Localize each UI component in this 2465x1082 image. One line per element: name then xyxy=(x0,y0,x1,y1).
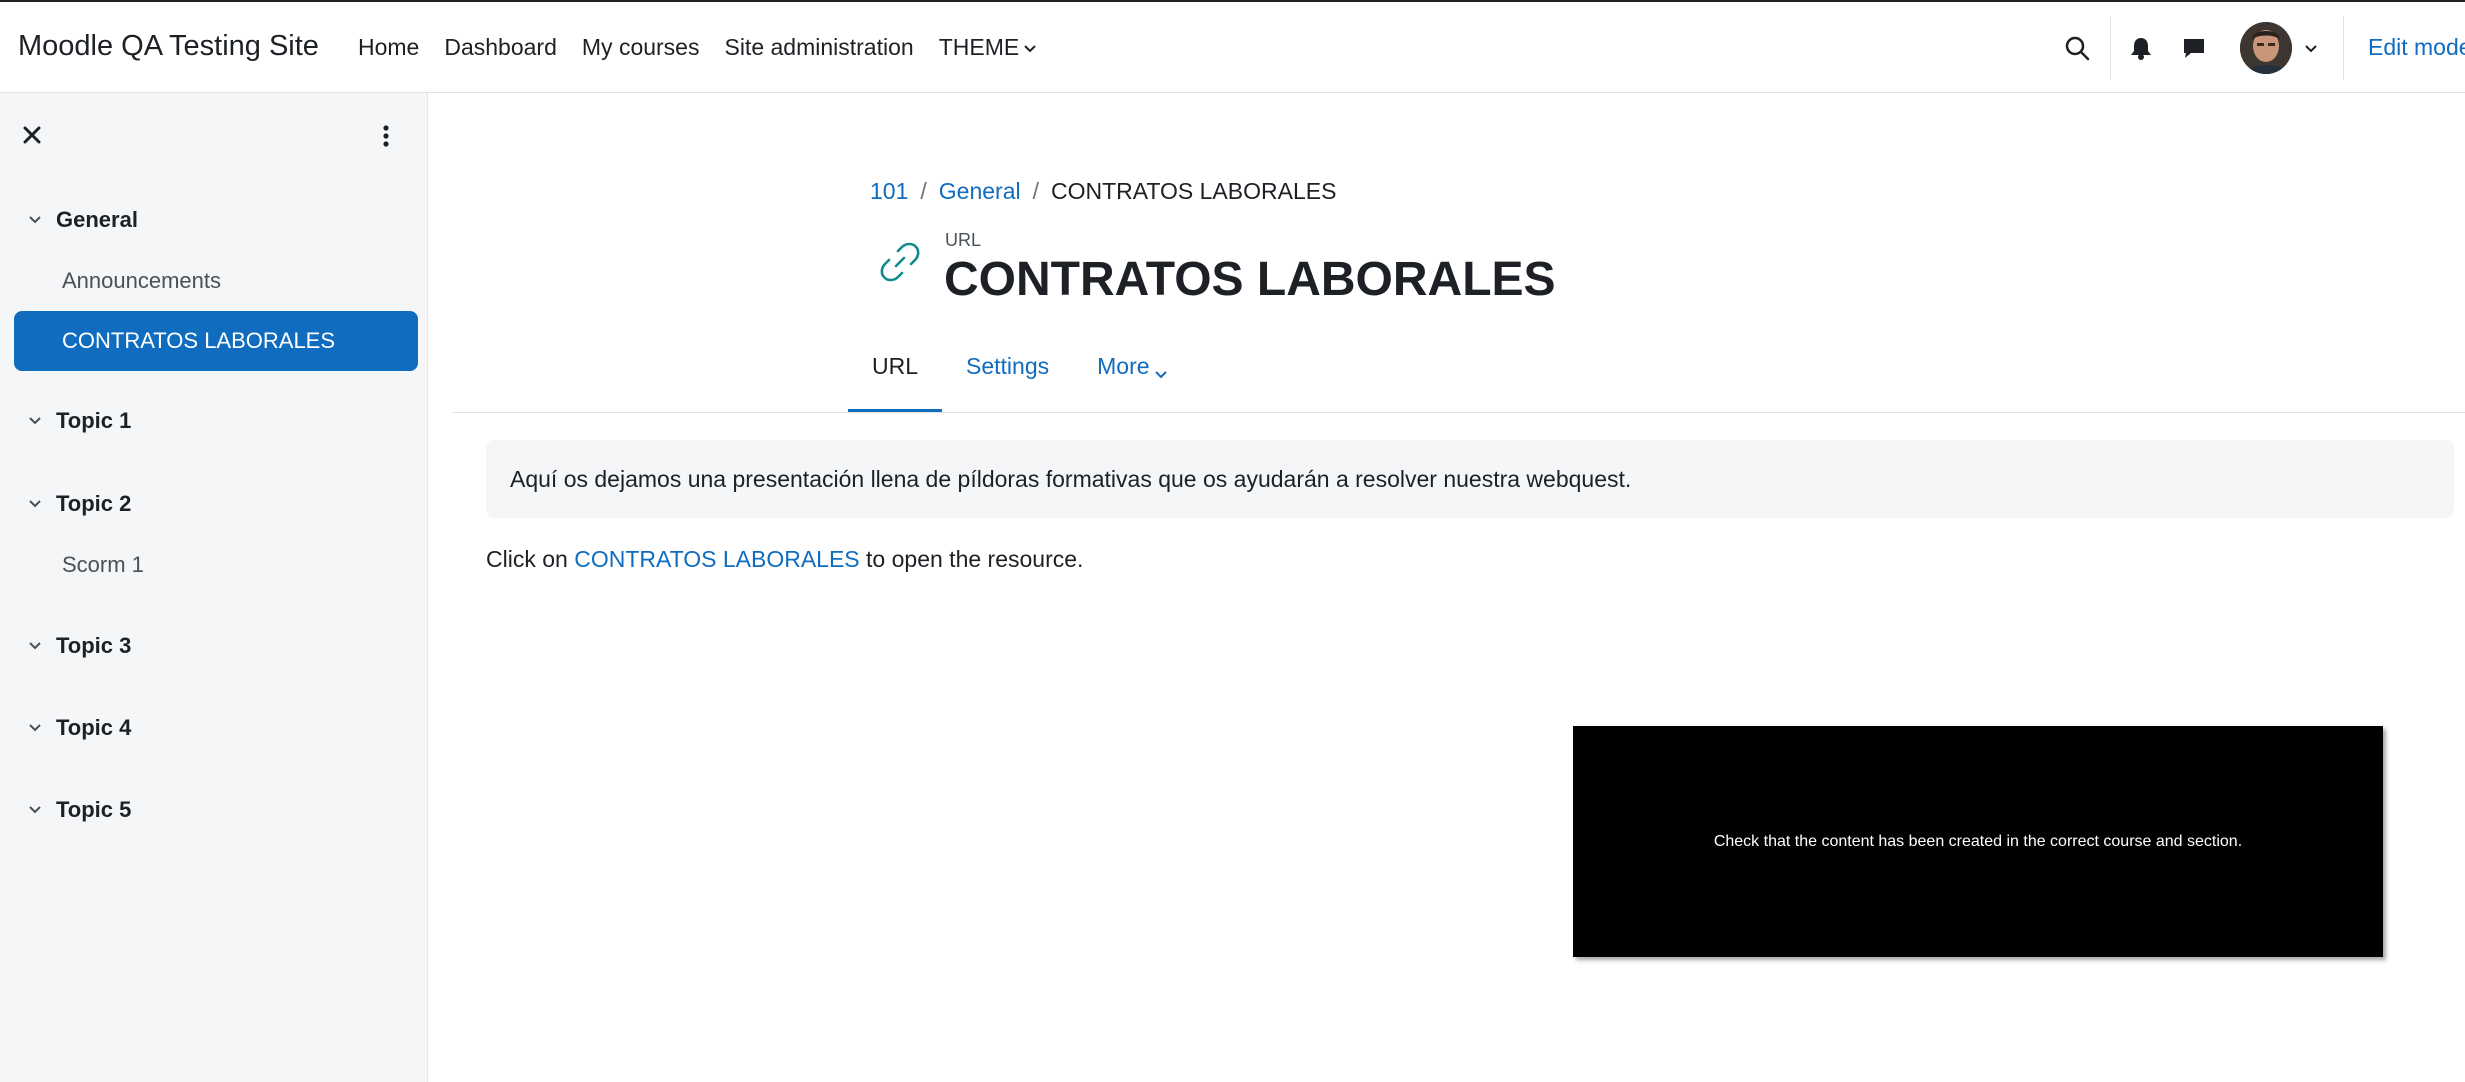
course-index-item-label: CONTRATOS LABORALES xyxy=(62,328,336,353)
course-section-title: General xyxy=(56,207,138,232)
course-section-title: Topic 5 xyxy=(56,797,132,822)
user-menu-chevron-down-icon[interactable] xyxy=(2304,42,2318,61)
activity-type-label: URL xyxy=(945,230,982,250)
close-icon[interactable] xyxy=(22,125,42,150)
breadcrumb-section[interactable]: General xyxy=(939,178,1021,205)
tab-label: More xyxy=(1097,353,1150,379)
search-icon[interactable] xyxy=(2064,35,2090,66)
breadcrumb-current: CONTRATOS LABORALES xyxy=(1050,178,1337,204)
course-index-item-announcements[interactable]: Announcements xyxy=(62,268,221,294)
navbar-divider xyxy=(2110,16,2111,80)
chevron-down-icon xyxy=(28,207,42,233)
course-section-topic-4[interactable]: Topic 4 xyxy=(28,715,131,741)
chevron-down-icon xyxy=(28,797,42,823)
course-section-general[interactable]: General xyxy=(28,207,138,233)
tabs-divider xyxy=(452,412,2465,413)
kebab-menu-icon[interactable] xyxy=(382,125,390,152)
activity-description: Aquí os dejamos una presentación llena d… xyxy=(486,440,2454,518)
user-avatar[interactable] xyxy=(2240,22,2292,74)
chevron-down-icon xyxy=(1023,34,1037,61)
messages-icon[interactable] xyxy=(2182,36,2206,65)
click-suffix: to open the resource. xyxy=(859,546,1084,572)
course-section-topic-1[interactable]: Topic 1 xyxy=(28,408,131,434)
chevron-down-icon xyxy=(1154,361,1168,388)
chevron-down-icon xyxy=(28,715,42,741)
chevron-down-icon xyxy=(28,633,42,659)
course-section-title: Topic 2 xyxy=(56,491,132,516)
click-prefix: Click on xyxy=(486,546,575,572)
nav-dashboard[interactable]: Dashboard xyxy=(444,34,557,61)
course-section-topic-2[interactable]: Topic 2 xyxy=(28,491,131,517)
course-section-title: Topic 3 xyxy=(56,633,132,658)
tab-more[interactable]: More xyxy=(1073,345,1191,413)
nav-theme-label: THEME xyxy=(938,34,1020,60)
tab-url[interactable]: URL xyxy=(848,345,943,413)
resource-open-instructions: Click on CONTRATOS LABORALES to open the… xyxy=(486,546,1083,573)
course-index-drawer: General Announcements CONTRATOS LABORALE… xyxy=(0,93,428,1082)
breadcrumb: 101 / General / CONTRATOS LABORALES xyxy=(870,178,1336,205)
tab-label: Settings xyxy=(966,353,1050,379)
chevron-down-icon xyxy=(28,491,42,517)
secondary-navigation-tabs: URL Settings More xyxy=(848,345,1192,413)
instruction-overlay-text: Check that the content has been created … xyxy=(1713,832,2243,850)
page-title: CONTRATOS LABORALES xyxy=(944,253,1556,306)
nav-theme-menu[interactable]: THEME xyxy=(939,34,1038,61)
bell-icon[interactable] xyxy=(2130,36,2152,65)
tab-settings[interactable]: Settings xyxy=(942,345,1073,413)
instruction-overlay: Check that the content has been created … xyxy=(1573,726,2383,957)
breadcrumb-course[interactable]: 101 xyxy=(870,178,908,205)
activity-description-text: Aquí os dejamos una presentación llena d… xyxy=(510,466,1632,492)
course-section-topic-3[interactable]: Topic 3 xyxy=(28,633,131,659)
site-name[interactable]: Moodle QA Testing Site xyxy=(18,30,319,63)
top-navbar: Moodle QA Testing Site Home Dashboard My… xyxy=(0,0,2465,93)
url-link-icon xyxy=(876,238,924,291)
course-section-topic-5[interactable]: Topic 5 xyxy=(28,797,131,823)
chevron-down-icon xyxy=(28,408,42,434)
breadcrumb-separator: / xyxy=(920,178,927,204)
edit-mode-toggle[interactable]: Edit mode xyxy=(2368,34,2465,61)
course-section-title: Topic 4 xyxy=(56,715,132,740)
nav-my-courses[interactable]: My courses xyxy=(582,34,700,61)
nav-site-administration[interactable]: Site administration xyxy=(724,34,913,61)
course-section-title: Topic 1 xyxy=(56,408,132,433)
navbar-divider-edit xyxy=(2343,16,2344,80)
primary-navigation: Home Dashboard My courses Site administr… xyxy=(358,34,1062,61)
nav-home[interactable]: Home xyxy=(358,34,419,61)
resource-link[interactable]: CONTRATOS LABORALES xyxy=(574,546,859,572)
breadcrumb-separator: / xyxy=(1032,178,1039,204)
course-index-item-contratos-laborales[interactable]: CONTRATOS LABORALES xyxy=(14,311,418,371)
course-index-item-scorm-1[interactable]: Scorm 1 xyxy=(62,552,144,578)
tab-label: URL xyxy=(872,353,919,379)
